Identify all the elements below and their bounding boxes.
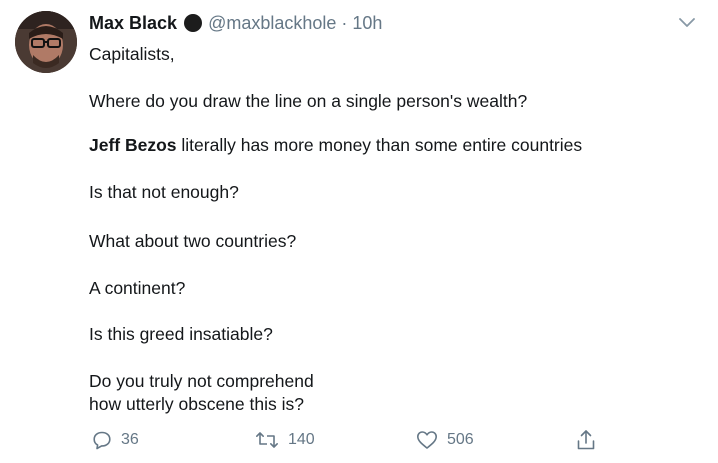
- author-handle[interactable]: @maxblackhole: [208, 13, 336, 34]
- tweet-line: A continent?: [89, 278, 186, 298]
- retweet-button[interactable]: 140: [255, 426, 315, 454]
- mention-text: Jeff Bezos: [89, 135, 177, 155]
- chevron-down-icon: [679, 18, 695, 27]
- black-circle-icon: [184, 14, 203, 32]
- tweet-line: Where do you draw the line on a single p…: [89, 91, 528, 111]
- tweet-line: how utterly obscene this is?: [89, 394, 304, 414]
- share-button[interactable]: [576, 426, 596, 454]
- avatar[interactable]: [15, 11, 77, 73]
- like-count: 506: [447, 431, 474, 448]
- share-icon: [577, 430, 595, 450]
- tweet-timestamp[interactable]: 10h: [352, 13, 382, 34]
- reply-button[interactable]: 36: [92, 426, 139, 454]
- reply-icon: [93, 431, 111, 450]
- like-button[interactable]: 506: [416, 426, 474, 454]
- heart-icon: [417, 431, 437, 449]
- tweet-line-rest: literally has more money than some entir…: [176, 135, 583, 155]
- tweet-line: Is this greed insatiable?: [89, 324, 273, 344]
- tweet-line: Capitalists,: [89, 44, 175, 64]
- reply-count: 36: [121, 431, 139, 448]
- tweet-line: Jeff Bezos literally has more money than…: [89, 134, 582, 156]
- header-separator: ·: [341, 12, 348, 33]
- tweet-header: Max Black @maxblackhole · 10h: [89, 10, 382, 36]
- tweet-menu-button[interactable]: [677, 14, 697, 32]
- retweet-count: 140: [288, 431, 315, 448]
- author-name[interactable]: Max Black: [89, 13, 177, 34]
- avatar-photo: [15, 11, 77, 73]
- tweet-actions: 36 140 506: [0, 426, 718, 454]
- retweet-icon: [256, 432, 278, 448]
- tweet-line: Do you truly not comprehend: [89, 371, 314, 391]
- tweet-line: What about two countries?: [89, 231, 297, 251]
- tweet-line: Is that not enough?: [89, 182, 239, 202]
